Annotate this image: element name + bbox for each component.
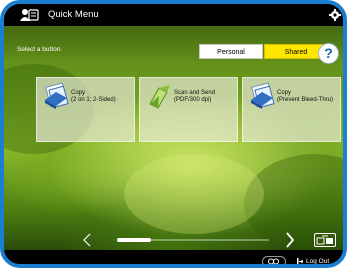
label-line: (PDF/300 dpi) [174,97,212,103]
gear-icon[interactable] [329,9,341,21]
transfer-icon [316,235,333,245]
scan-send-icon [149,85,170,109]
label-line: (Prevent Bleed-Thru) [277,97,334,103]
instruction-text: Select a button. [17,46,63,53]
quick-button-label: Copy (2 on 1; 2-Sided) [71,90,116,104]
leaf-shape [124,154,264,234]
copy-icon [45,82,69,109]
help-button[interactable]: ? [318,43,339,64]
quick-button-label: Copy (Prevent Bleed-Thru) [277,90,333,104]
chevron-left-icon[interactable] [82,233,92,247]
transfer-button[interactable] [314,233,336,247]
quick-button-scan-send[interactable]: Scan and Send (PDF/300 dpi) [139,77,238,142]
scrollbar-thumb[interactable] [117,238,151,242]
label-line: Scan and Send [174,90,216,96]
page-scrollbar[interactable] [117,238,269,242]
chevron-right-icon[interactable] [285,232,295,248]
page-title: Quick Menu [48,9,99,20]
label-line: (2 on 1; 2-Sided) [71,97,116,103]
device-frame: Quick Menu Select a button. Personal Sha… [0,0,347,268]
tab-personal[interactable]: Personal [199,44,263,59]
quick-button-copy-prevent-bleed[interactable]: Copy (Prevent Bleed-Thru) [242,77,341,142]
title-bar: Quick Menu [4,4,343,26]
label-line: Copy [71,90,86,96]
quick-button-copy-2on1[interactable]: Copy (2 on 1; 2-Sided) [36,77,135,142]
label-line: Copy [277,90,292,96]
logout-button[interactable]: Log Out [306,258,329,264]
copy-icon [251,82,275,109]
logout-icon [297,258,303,264]
status-bar [4,250,343,264]
quick-menu-icon [20,9,39,21]
status-monitor-icon[interactable] [262,256,286,267]
quick-button-label: Scan and Send (PDF/300 dpi) [174,90,215,104]
